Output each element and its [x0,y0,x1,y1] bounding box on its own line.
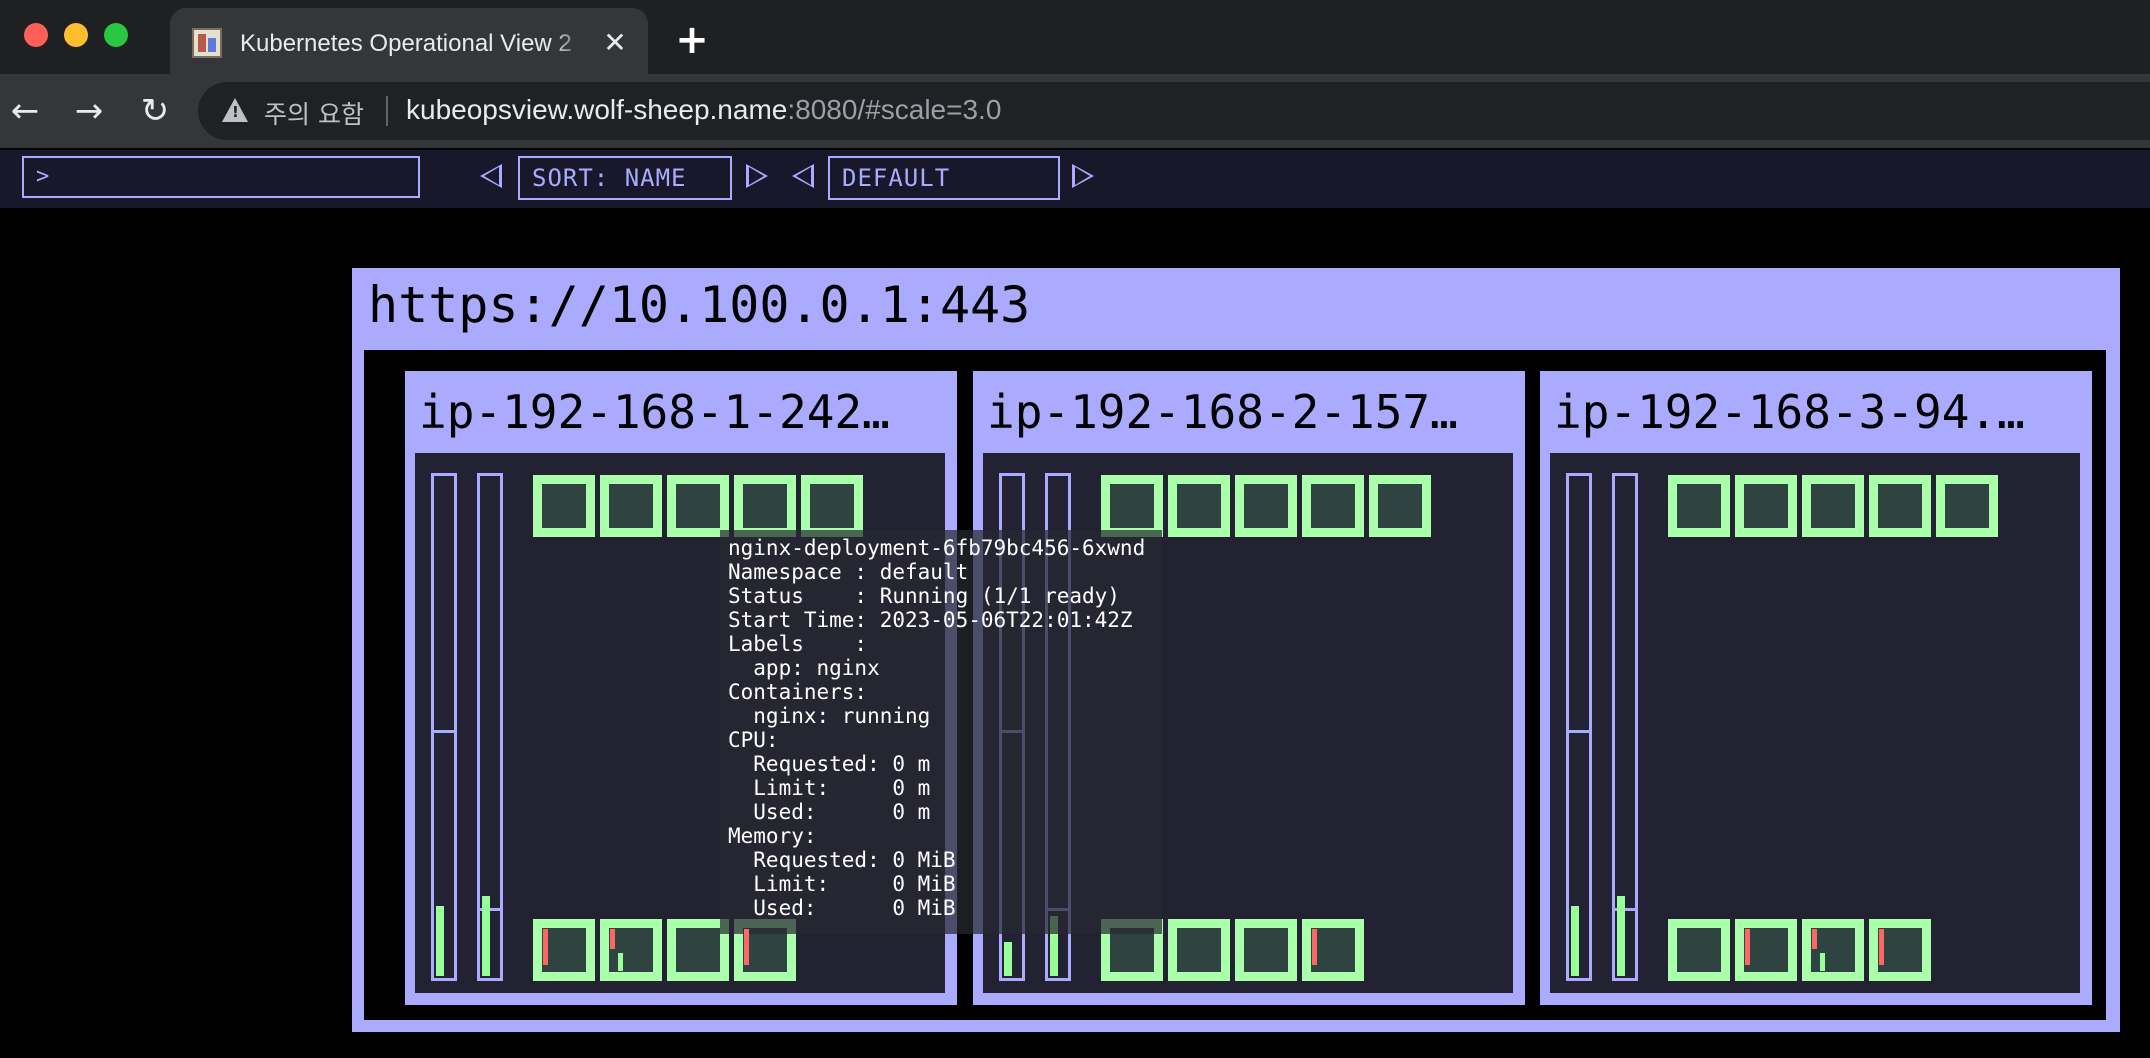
sort-next-arrow-icon[interactable] [746,164,768,188]
cpu-usage-bar [436,906,444,976]
system-pod[interactable] [1802,919,1864,981]
cpu-marker [1312,929,1317,965]
pod[interactable] [1869,475,1931,537]
cpu-gauge [431,473,457,981]
new-tab-button[interactable]: + [672,20,712,60]
tooltip-memory-header: Memory: [728,824,817,848]
pod[interactable] [801,475,863,537]
pod[interactable] [1369,475,1431,537]
pod[interactable] [1101,475,1163,537]
gauge-divider [1569,730,1589,733]
tooltip-memory-limit: Limit: 0 MiB [728,872,956,896]
tooltip-label-app: app: nginx [728,656,880,680]
url-port-hash: :8080/#scale=3.0 [787,94,1002,125]
address-bar-divider [386,96,388,126]
memory-usage-bar [482,896,490,976]
tooltip-cpu-requested: Requested: 0 m [728,752,931,776]
cpu-gauge [1566,473,1592,981]
cpu-marker [1879,929,1884,965]
memory-gauge [1612,473,1638,981]
url-host: kubeopsview.wolf-sheep.name [406,94,788,125]
memory-marker [618,953,623,971]
back-arrow-icon[interactable]: ← [4,90,46,132]
cpu-marker [543,929,548,965]
pod[interactable] [734,475,796,537]
cpu-marker [1745,929,1750,965]
node-name: ip-192-168-1-242… [419,385,890,439]
tab-title: Kubernetes Operational View 2 [240,30,572,57]
tooltip-start-time: Start Time: 2023-05-06T22:01:42Z [728,608,1133,632]
pod-tooltip: nginx-deployment-6fb79bc456-6xwnd Namespa… [720,530,1162,934]
pod[interactable] [600,475,662,537]
pod[interactable] [1802,475,1864,537]
theme-next-arrow-icon[interactable] [1072,164,1094,188]
browser-tab-bar: Kubernetes Operational View 2 ✕ + [0,0,2150,76]
system-pod[interactable] [1869,919,1931,981]
cpu-marker [1812,929,1817,949]
system-pod[interactable] [533,919,595,981]
system-pod[interactable] [600,919,662,981]
pod[interactable] [1668,475,1730,537]
cpu-usage-bar [1004,942,1012,976]
reload-icon[interactable]: ↻ [134,90,176,132]
system-pod[interactable] [1668,919,1730,981]
theme-selector[interactable]: DEFAULT [828,156,1060,200]
theme-prev-arrow-icon[interactable] [792,164,814,188]
system-pod[interactable] [1302,919,1364,981]
node-name: ip-192-168-3-94.… [1554,385,2025,439]
gauge-divider [434,730,454,733]
tooltip-memory-used: Used: 0 MiB [728,896,956,920]
warning-icon[interactable] [222,98,248,122]
tooltip-containers-header: Containers: [728,680,868,704]
pod[interactable] [667,475,729,537]
filter-input[interactable]: > [22,156,420,198]
address-bar[interactable]: 주의 요함 kubeopsview.wolf-sheep.name:8080/#… [198,82,2150,140]
window-minimize-button[interactable] [64,23,88,47]
tooltip-pod-name: nginx-deployment-6fb79bc456-6xwnd [728,536,1146,560]
pod[interactable] [1735,475,1797,537]
tooltip-labels-header: Labels : [728,632,868,656]
tab-close-icon[interactable]: ✕ [600,28,630,58]
cpu-usage-bar [1571,906,1579,976]
pod[interactable] [533,475,595,537]
cluster-title: https://10.100.0.1:443 [368,276,1031,334]
system-pod[interactable] [1235,919,1297,981]
app-controls-bar: > SORT: NAME DEFAULT [0,150,2150,208]
browser-tab-active[interactable]: Kubernetes Operational View 2 ✕ [170,8,648,76]
tooltip-memory-requested: Requested: 0 MiB [728,848,956,872]
window-maximize-button[interactable] [104,23,128,47]
memory-usage-bar [1617,896,1625,976]
memory-gauge [477,473,503,981]
pod[interactable] [1936,475,1998,537]
node-name: ip-192-168-2-157… [987,385,1458,439]
tab-title-fade [550,22,590,62]
browser-toolbar: ← → ↻ 주의 요함 kubeopsview.wolf-sheep.name:… [0,74,2150,148]
url-text[interactable]: kubeopsview.wolf-sheep.name:8080/#scale=… [406,94,1001,126]
sort-selector[interactable]: SORT: NAME [518,156,732,200]
tooltip-cpu-used: Used: 0 m [728,800,931,824]
node-body [1550,453,2080,993]
pod[interactable] [1302,475,1364,537]
tooltip-cpu-limit: Limit: 0 m [728,776,931,800]
memory-marker [1820,953,1825,971]
security-warning-label[interactable]: 주의 요함 [264,95,364,131]
favicon-icon [192,28,222,58]
cpu-marker [744,929,749,965]
pod[interactable] [1168,475,1230,537]
sort-prev-arrow-icon[interactable] [480,164,502,188]
tooltip-status: Status : Running (1/1 ready) [728,584,1120,608]
tooltip-cpu-header: CPU: [728,728,779,752]
forward-arrow-icon[interactable]: → [68,90,110,132]
pod[interactable] [1235,475,1297,537]
window-close-button[interactable] [24,23,48,47]
node-card[interactable]: ip-192-168-3-94.… [1540,371,2092,1005]
cpu-marker [610,929,615,949]
tooltip-container-status: nginx: running [728,704,931,728]
system-pod[interactable] [1735,919,1797,981]
system-pod[interactable] [1168,919,1230,981]
tooltip-namespace: Namespace : default [728,560,969,584]
